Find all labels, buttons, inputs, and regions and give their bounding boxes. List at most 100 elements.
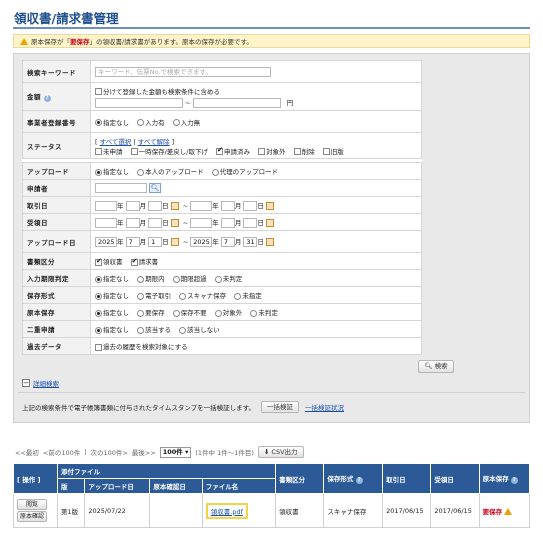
bizreg-label: 事業者登録番号 <box>22 110 91 133</box>
bulk-status-link[interactable]: 一括検証状況 <box>305 402 344 412</box>
col-doc-type: 書類区分 <box>275 463 325 494</box>
status-checkbox-draft[interactable] <box>130 148 138 155</box>
status-checkbox-applied[interactable] <box>216 146 224 155</box>
pager-next[interactable]: 次の100件> <box>90 447 127 457</box>
amount-split-checkbox[interactable] <box>95 88 102 95</box>
date-unit: 月 <box>139 201 147 210</box>
clear-all-link[interactable]: すべて解除 <box>138 138 170 146</box>
pager-last[interactable]: 最後>> <box>132 447 156 457</box>
search-button[interactable]: 🔍︎ 検索 <box>418 360 454 373</box>
recv-from-month[interactable] <box>125 217 140 228</box>
txn-from-day[interactable] <box>148 200 163 211</box>
select-all-link[interactable]: すべて選択 <box>100 138 132 146</box>
bulk-verify-button[interactable]: 一括検証 <box>261 401 300 413</box>
timestamp-row: 上記の検索条件で電子帳簿書類に付与されたタイムスタンプを一括検証します。 一括検… <box>22 401 344 413</box>
amount-unit: 円 <box>286 98 294 107</box>
double-radio-no[interactable] <box>179 326 187 334</box>
applicant-input[interactable] <box>95 183 147 193</box>
bizreg-radio-none[interactable] <box>95 119 102 126</box>
search-icon[interactable]: 🔍︎ <box>149 183 162 193</box>
help-icon[interactable]: ? <box>355 477 363 484</box>
original-label: 原本保存 <box>22 303 91 321</box>
confirm-original-button[interactable]: 原本確認 <box>17 511 47 522</box>
help-icon[interactable]: ? <box>43 95 51 102</box>
txn-to-year[interactable] <box>190 200 213 211</box>
status-option: 申請済み <box>224 147 251 156</box>
deadline-option: 期限超過 <box>180 275 207 283</box>
detail-search-toggle[interactable]: − 詳細検索 <box>22 378 59 388</box>
txn-to-day[interactable] <box>243 200 258 211</box>
keyword-input[interactable]: キーワード、伝票No.で検索できます。 <box>95 66 271 77</box>
detail-search-link[interactable]: 詳細検索 <box>33 378 59 388</box>
upload-to-day[interactable]: 31 <box>243 237 258 247</box>
date-unit: 年 <box>212 201 219 210</box>
pager-prev[interactable]: <前の100件 <box>43 447 80 457</box>
txn-to-month[interactable] <box>220 200 235 211</box>
bizreg-radio-yes[interactable] <box>137 119 145 126</box>
amount-to-input[interactable] <box>192 97 281 108</box>
upload-radio-self[interactable] <box>137 168 145 176</box>
original-radio-none[interactable] <box>95 309 102 317</box>
per-page-select[interactable]: 100件 ▾ <box>159 446 192 458</box>
storage-radio-unspecified[interactable] <box>234 292 242 300</box>
calendar-icon[interactable] <box>170 201 179 210</box>
storage-radio-none[interactable] <box>95 292 102 300</box>
recv-to-month[interactable] <box>220 217 235 228</box>
upload-from-day[interactable]: 1 <box>148 237 163 247</box>
original-radio-unneeded[interactable] <box>172 309 180 317</box>
bizreg-option: 入力有 <box>145 118 165 127</box>
past-checkbox[interactable] <box>95 343 102 351</box>
storage-radio-scanner[interactable] <box>179 292 187 300</box>
col-orig-reg: 原本確認日 <box>149 478 203 494</box>
original-radio-undetermined[interactable] <box>250 309 258 317</box>
double-radio-yes[interactable] <box>137 326 145 334</box>
date-unit: 年 <box>117 238 124 246</box>
deadline-radio-over[interactable] <box>172 275 180 283</box>
amount-from-input[interactable] <box>95 97 183 108</box>
recv-from-year[interactable] <box>95 217 117 228</box>
col-storage-label: 保存形式 <box>327 475 354 483</box>
deadline-radio-within[interactable] <box>137 275 145 283</box>
original-radio-excluded[interactable] <box>214 309 222 317</box>
upload-radio-none[interactable] <box>95 168 102 176</box>
status-checkbox-deleted[interactable] <box>293 148 301 155</box>
status-checkbox-unapplied[interactable] <box>95 148 102 155</box>
file-link[interactable]: 領収書.pdf <box>211 508 243 516</box>
deadline-radio-none[interactable] <box>95 275 102 283</box>
upload-to-year[interactable]: 2025 <box>190 237 213 247</box>
calendar-icon[interactable] <box>265 201 274 210</box>
bizreg-radio-no[interactable] <box>172 119 180 126</box>
status-checkbox-excluded[interactable] <box>258 148 266 155</box>
storage-radio-electronic[interactable] <box>137 292 145 300</box>
recv-to-year[interactable] <box>190 217 213 228</box>
calendar-icon[interactable] <box>170 218 179 227</box>
upload-to-month[interactable]: 7 <box>220 237 235 247</box>
upload-from-month[interactable]: 7 <box>125 237 140 247</box>
upload-option: 代理のアップロード <box>219 168 279 176</box>
doc-type-checkbox-invoice[interactable] <box>130 257 138 266</box>
calendar-icon[interactable] <box>265 238 274 246</box>
collapse-icon[interactable]: − <box>22 379 30 387</box>
pager-first[interactable]: <<最初 <box>15 447 39 457</box>
search-panel: 検索キーワード キーワード、伝票No.で検索できます。 金額 ? 分けて登録した… <box>13 53 530 423</box>
calendar-icon[interactable] <box>265 218 274 227</box>
view-button[interactable]: 閲覧 <box>17 499 47 510</box>
doc-type-checkbox-receipt[interactable] <box>95 257 102 266</box>
double-radio-none[interactable] <box>95 326 102 334</box>
txn-from-year[interactable] <box>95 200 117 211</box>
recv-to-day[interactable] <box>243 217 258 228</box>
upload-from-year[interactable]: 2025 <box>95 237 117 247</box>
date-unit: 月 <box>234 218 242 227</box>
recv-from-day[interactable] <box>148 217 163 228</box>
upload-radio-proxy[interactable] <box>211 168 219 176</box>
pager-count: (1件中 1件〜1件目) <box>195 449 254 457</box>
help-icon[interactable]: ? <box>510 477 518 484</box>
original-radio-required[interactable] <box>137 309 145 317</box>
calendar-icon[interactable] <box>170 238 179 246</box>
txn-from-month[interactable] <box>125 200 140 211</box>
status-bracket-close: ] <box>171 137 175 146</box>
status-checkbox-old[interactable] <box>322 148 330 155</box>
csv-export-button[interactable]: ⬇ CSV出力 <box>257 446 304 458</box>
deadline-radio-undetermined[interactable] <box>214 275 222 283</box>
warning-icon <box>20 37 28 45</box>
